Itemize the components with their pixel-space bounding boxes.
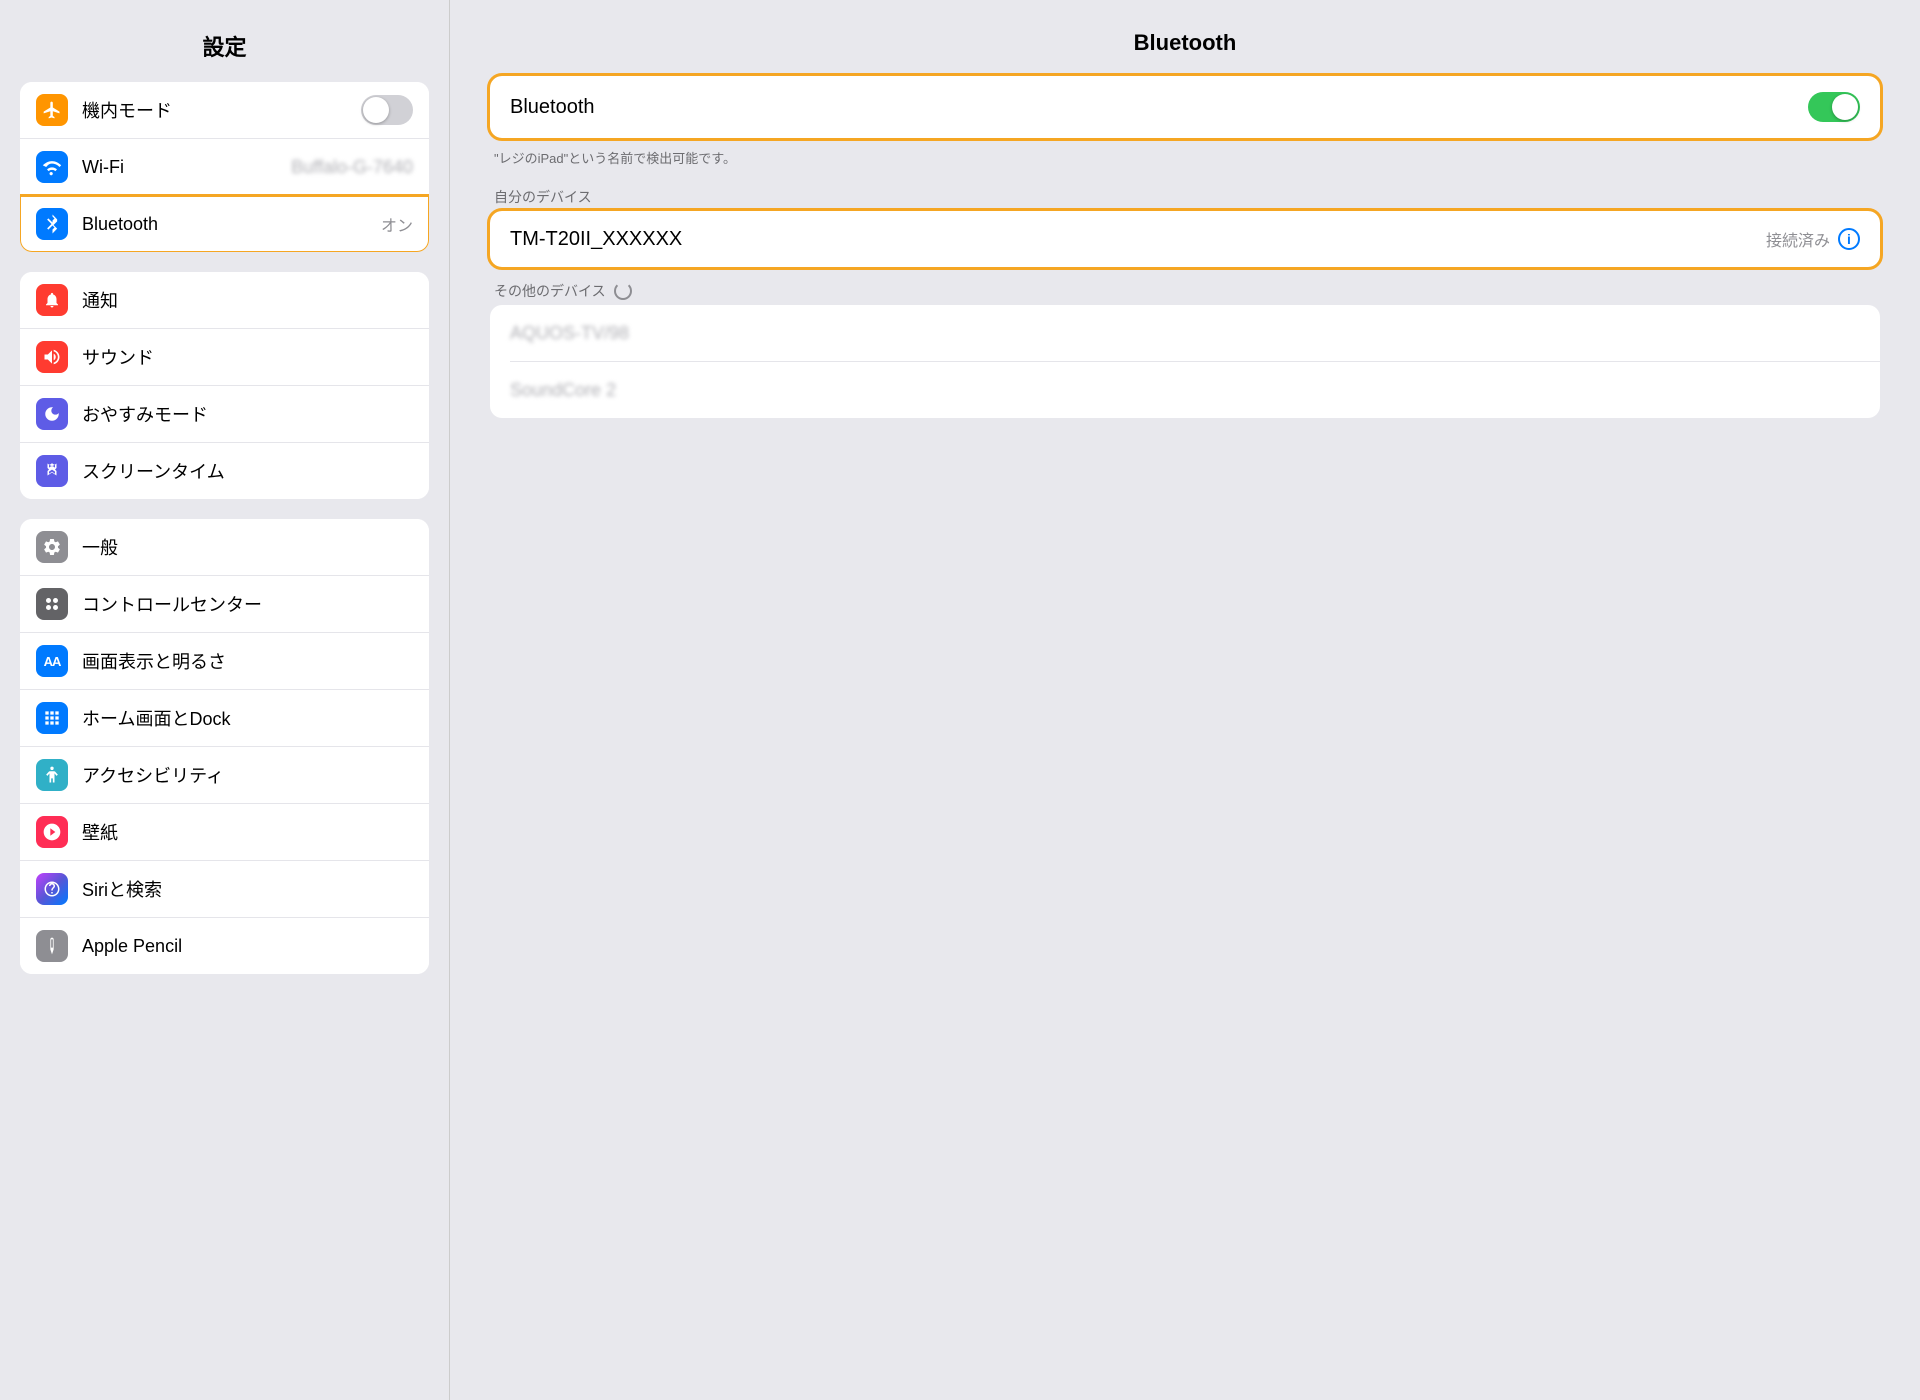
airplane-toggle[interactable] [361,95,413,125]
screentime-icon [36,455,68,487]
other-device-row-2[interactable]: SoundCore 2 [490,362,1880,418]
sidebar-item-controlcenter[interactable]: コントロールセンター [20,576,429,633]
sidebar-item-homescreen[interactable]: ホーム画面とDock [20,690,429,747]
controlcenter-icon [36,588,68,620]
settings-group-2: 通知 サウンド おやすみモード [20,272,429,499]
sound-label: サウンド [82,344,413,370]
main-content: Bluetooth Bluetooth "レジのiPad"という名前で検出可能で… [450,0,1920,1400]
homescreen-icon [36,702,68,734]
sidebar-item-wifi[interactable]: Wi-Fi Buffalo-G-7640 [20,139,429,196]
sidebar-item-wallpaper[interactable]: 壁紙 [20,804,429,861]
airplane-icon [36,94,68,126]
other-devices-header: その他のデバイス [494,281,1880,301]
controlcenter-label: コントロールセンター [82,591,413,617]
accessibility-icon [36,759,68,791]
sidebar-item-bluetooth[interactable]: Bluetooth オン [20,196,429,252]
sidebar-title: 設定 [0,20,449,82]
other-device-row-1[interactable]: AQUOS-TV/98 [490,305,1880,361]
notification-icon [36,284,68,316]
sidebar-item-accessibility[interactable]: アクセシビリティ [20,747,429,804]
screentime-label: スクリーンタイム [82,458,413,484]
wallpaper-label: 壁紙 [82,819,413,845]
sidebar-item-donotdisturb[interactable]: おやすみモード [20,386,429,443]
sound-icon [36,341,68,373]
siri-label: Siriと検索 [82,876,413,902]
sidebar-item-siri[interactable]: Siriと検索 [20,861,429,918]
airplane-label: 機内モード [82,97,361,123]
sidebar-item-applepencil[interactable]: Apple Pencil [20,918,429,974]
siri-icon [36,873,68,905]
other-device-1-name: AQUOS-TV/98 [510,323,1860,344]
bluetooth-row: Bluetooth [490,76,1880,138]
sidebar-item-sound[interactable]: サウンド [20,329,429,386]
bluetooth-toggle[interactable] [1808,92,1860,122]
general-label: 一般 [82,534,413,560]
main-title: Bluetooth [490,20,1880,76]
accessibility-label: アクセシビリティ [82,762,413,788]
sidebar-item-screentime[interactable]: スクリーンタイム [20,443,429,499]
homescreen-label: ホーム画面とDock [82,705,413,731]
device-status: 接続済み [1766,227,1830,251]
my-devices-label: 自分のデバイス [494,187,1880,207]
discover-text: "レジのiPad"という名前で検出可能です。 [490,146,1880,177]
connected-device-row[interactable]: TM-T20II_XXXXXX 接続済み i [490,211,1880,267]
scanning-spinner [614,282,632,300]
other-devices-card: AQUOS-TV/98 SoundCore 2 [490,305,1880,418]
bluetooth-label: Bluetooth [82,214,381,235]
settings-group-1: 機内モード Wi-Fi Buffalo-G-7640 Bluetooth オン [20,82,429,252]
applepencil-icon [36,930,68,962]
other-devices-label: その他のデバイス [494,281,606,301]
bluetooth-icon [36,208,68,240]
sidebar-item-display[interactable]: AA 画面表示と明るさ [20,633,429,690]
sidebar-item-general[interactable]: 一般 [20,519,429,576]
donotdisturb-label: おやすみモード [82,401,413,427]
other-device-2-name: SoundCore 2 [510,380,1860,401]
notification-label: 通知 [82,287,413,313]
applepencil-label: Apple Pencil [82,936,413,957]
bluetooth-toggle-card: Bluetooth [490,76,1880,138]
sidebar-item-notification[interactable]: 通知 [20,272,429,329]
wifi-icon [36,151,68,183]
bluetooth-card-label: Bluetooth [510,96,1808,119]
sidebar: 設定 機内モード Wi-Fi Buffalo-G-7640 [0,0,450,1400]
device-info-button[interactable]: i [1838,228,1860,250]
general-icon [36,531,68,563]
wallpaper-icon [36,816,68,848]
moon-icon [36,398,68,430]
wifi-value: Buffalo-G-7640 [291,157,413,178]
device-name: TM-T20II_XXXXXX [510,228,1766,251]
display-label: 画面表示と明るさ [82,648,413,674]
display-icon: AA [36,645,68,677]
wifi-label: Wi-Fi [82,157,291,178]
settings-group-3: 一般 コントロールセンター AA 画面表示と明るさ ホーム画面とDo [20,519,429,974]
bluetooth-status: オン [381,212,413,236]
sidebar-item-airplane[interactable]: 機内モード [20,82,429,139]
connected-device-card: TM-T20II_XXXXXX 接続済み i [490,211,1880,267]
